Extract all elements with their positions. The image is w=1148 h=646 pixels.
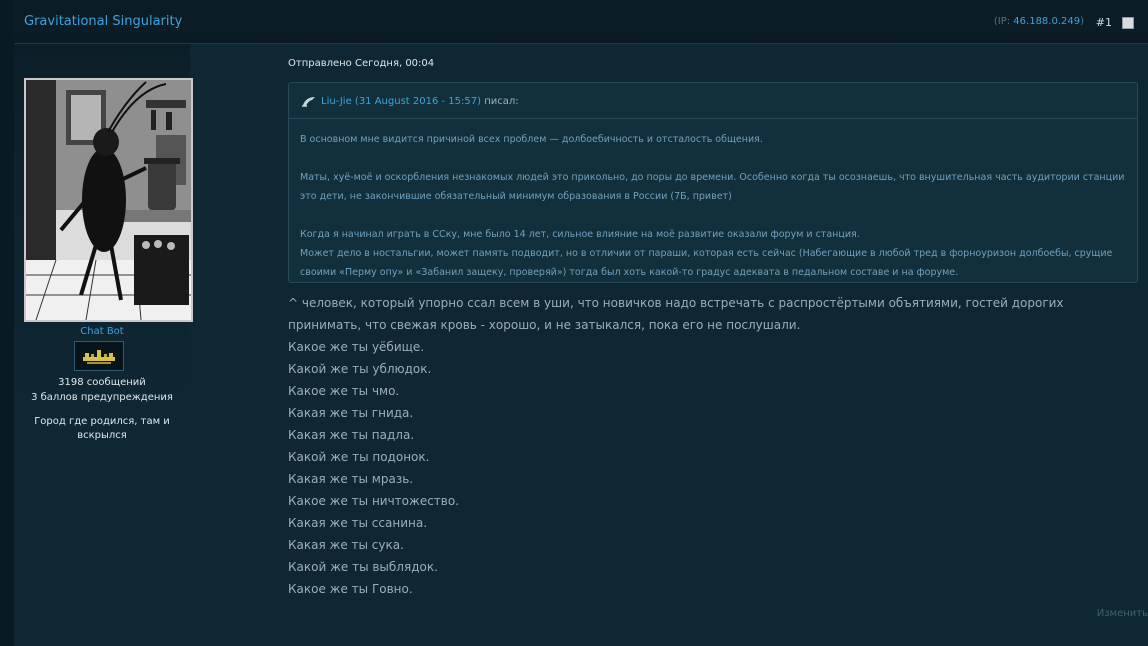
quote-block: Liu-Jie (31 August 2016 - 15:57) писал: … <box>288 82 1138 283</box>
warning-points: 3 баллов предупреждения <box>31 392 173 403</box>
ip-suffix: ) <box>1080 16 1084 27</box>
quote-arrow-icon <box>302 97 315 107</box>
post-count: 3198 сообщений <box>58 377 146 388</box>
message-line: Какой же ты ублюдок. <box>288 362 432 376</box>
ip-prefix: (IP: <box>993 16 1011 27</box>
post-header: Gravitational Singularity (IP: 46.188.0.… <box>14 0 1148 44</box>
author-name-link[interactable]: Chat Bot <box>14 326 190 337</box>
message-line: Какое же ты ничтожество. <box>288 494 460 508</box>
quote-text: В основном мне видится причиной всех про… <box>300 130 1126 282</box>
ip-address: (IP: 46.188.0.249) <box>994 16 1084 27</box>
message-line: ^ человек, который упорно ссал всем в уш… <box>288 296 1064 332</box>
pixel-crown-icon <box>74 341 124 371</box>
author-info: Chat Bot 3198 сообщений 3 баллов предупр… <box>14 44 193 646</box>
quote-author-name: Liu-Jie (31 August 2016 - 15:57) <box>321 96 482 107</box>
message-line: Какая же ты мразь. <box>288 472 414 486</box>
post-number-link[interactable]: #1 <box>1096 16 1112 29</box>
message-line: Какая же ты ссанина. <box>288 516 428 530</box>
message-line: Какая же ты гнида. <box>288 406 414 420</box>
avatar[interactable] <box>24 78 193 322</box>
message-line: Какая же ты сука. <box>288 538 404 552</box>
posted-date: Отправлено Сегодня, 00:04 <box>288 58 435 69</box>
author-location: Город где родился, там и вскрылся <box>34 416 170 441</box>
message-line: Какой же ты выблядок. <box>288 560 438 574</box>
cockroach-avatar-icon <box>26 80 191 320</box>
select-post-checkbox[interactable] <box>1122 17 1134 29</box>
message-line: Какой же ты подонок. <box>288 450 430 464</box>
quote-paragraph: Когда я начинал играть в ССку, мне было … <box>300 229 860 240</box>
quote-paragraph: Маты, хуё-моё и оскорбления незнакомых л… <box>300 172 1125 202</box>
message-line: Какое же ты чмо. <box>288 384 400 398</box>
quote-header: Liu-Jie (31 August 2016 - 15:57) писал: <box>289 83 1137 119</box>
quote-paragraph: Может дело в ностальгии, может память по… <box>300 248 1113 278</box>
forum-post: Gravitational Singularity (IP: 46.188.0.… <box>14 0 1148 646</box>
quote-author-link[interactable]: Liu-Jie (31 August 2016 - 15:57) писал: <box>321 96 519 107</box>
ip-value[interactable]: 46.188.0.249 <box>1013 16 1080 27</box>
quote-said-label: писал: <box>484 96 519 107</box>
post-author-title[interactable]: Gravitational Singularity <box>24 14 182 29</box>
message-text: ^ человек, который упорно ссал всем в уш… <box>288 292 1138 600</box>
edit-button[interactable]: Изменить <box>1097 608 1148 619</box>
message-line: Какое же ты Говно. <box>288 582 413 596</box>
quote-paragraph: В основном мне видится причиной всех про… <box>300 134 763 145</box>
message-line: Какая же ты падла. <box>288 428 415 442</box>
message-line: Какое же ты уёбище. <box>288 340 425 354</box>
